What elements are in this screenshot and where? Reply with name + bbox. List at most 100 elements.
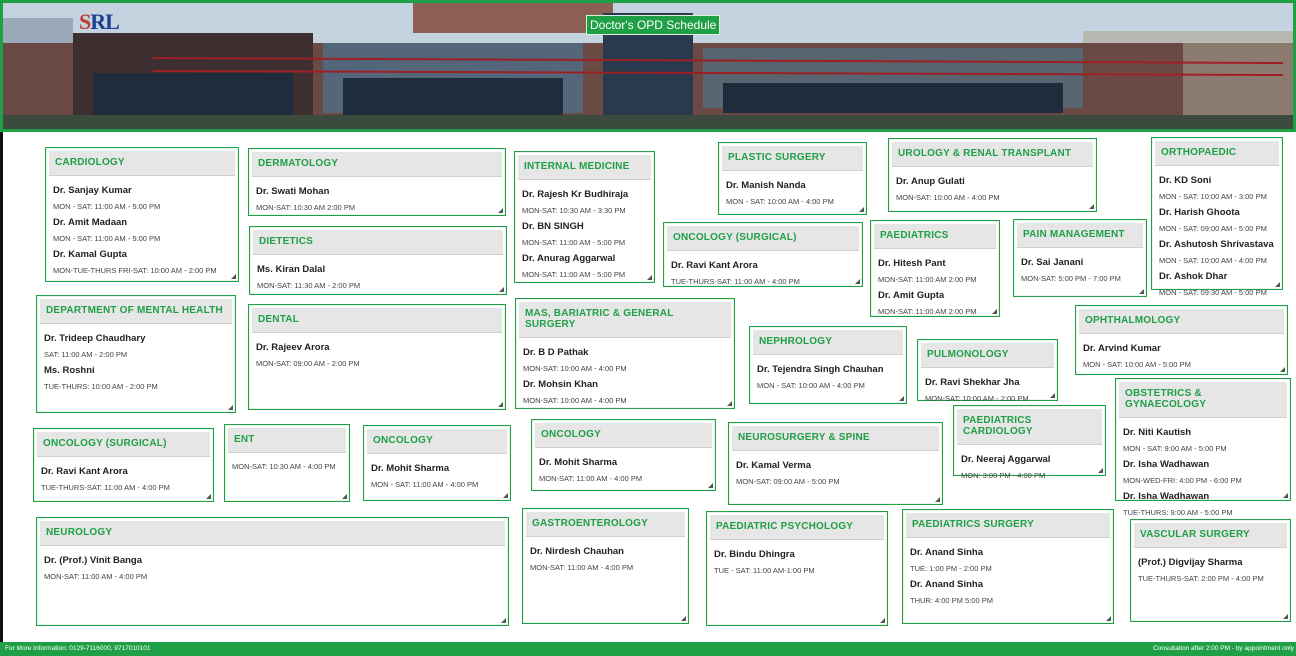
resize-handle[interactable] <box>501 618 506 623</box>
schedule-time: TUE-THURS-SAT: 11:00 AM - 4:00 PM <box>41 483 170 492</box>
doctor-name: Dr. Anurag Aggarwal <box>522 253 616 264</box>
department-card: OPHTHALMOLOGY Dr. Arvind Kumar MON - SAT: … <box>1075 305 1288 375</box>
schedule-time: MON-SAT: 11:00 AM 2:00 PM <box>878 275 977 284</box>
department-card: INTERNAL MEDICINE Dr. Rajesh Kr Budhiraja… <box>514 151 655 283</box>
department-title: NEUROLOGY <box>40 521 505 546</box>
schedule-time: MON - SAT: 10:00 AM - 4:00 PM <box>757 381 865 390</box>
doctor-name: Dr. Amit Madaan <box>53 217 128 228</box>
resize-handle[interactable] <box>1275 282 1280 287</box>
department-card: ENT MON-SAT: 10:30 AM - 4:00 PM <box>224 424 350 502</box>
resize-handle[interactable] <box>647 275 652 280</box>
department-title: PAIN MANAGEMENT <box>1017 223 1143 248</box>
department-card: NEPHROLOGY Dr. Tejendra Singh Chauhan MON … <box>749 326 907 404</box>
resize-handle[interactable] <box>935 497 940 502</box>
department-card: DERMATOLOGY Dr. Swati Mohan MON-SAT: 10:30… <box>248 148 506 216</box>
department-card: PULMONOLOGY Dr. Ravi Shekhar Jha MON-SAT: … <box>917 339 1058 403</box>
resize-handle[interactable] <box>498 208 503 213</box>
department-card: MAS, BARIATRIC & GENERAL SURGERY Dr. B D … <box>515 298 735 409</box>
schedule-time: MON-SAT: 10:00 AM - 4:00 PM <box>523 364 627 373</box>
doctor-name: Dr. Isha Wadhawan <box>1123 459 1210 470</box>
footer-contact: For More Information: 0129-7116000, 9717… <box>5 645 151 652</box>
doctor-name: Ms. Roshni <box>44 365 95 376</box>
resize-handle[interactable] <box>228 405 233 410</box>
doctor-name: Dr. (Prof.) Vinit Banga <box>44 555 143 566</box>
department-card: PAEDIATRICS Dr. Hitesh Pant MON-SAT: 11:00… <box>870 220 1000 317</box>
schedule-time: TUE-THURS-SAT: 11:00 AM - 4:00 PM <box>671 277 800 286</box>
schedule-time: MON-TUE-THURS FRI-SAT: 10:00 AM - 2:00 P… <box>53 266 217 275</box>
resize-handle[interactable] <box>708 483 713 488</box>
schedule-time: MON-SAT: 11:00 AM - 4:00 PM <box>539 474 643 483</box>
resize-handle[interactable] <box>1280 367 1285 372</box>
resize-handle[interactable] <box>499 287 504 292</box>
department-title: ONCOLOGY (SURGICAL) <box>667 226 859 251</box>
schedule-time: MON-SAT: 11:00 AM - 5:00 PM <box>522 238 626 247</box>
resize-handle[interactable] <box>1283 614 1288 619</box>
schedule-time: MON - SAT: 11:00 AM - 5:00 PM <box>53 202 161 211</box>
resize-handle[interactable] <box>503 493 508 498</box>
resize-handle[interactable] <box>342 494 347 499</box>
department-title: UROLOGY & RENAL TRANSPLANT <box>892 142 1093 167</box>
doctor-name: Dr. Mohit Sharma <box>539 457 618 468</box>
doctor-name: Dr. B D Pathak <box>523 347 589 358</box>
department-title: ONCOLOGY <box>367 429 507 454</box>
department-card: CARDIOLOGY Dr. Sanjay Kumar MON - SAT: 11:… <box>45 147 239 282</box>
resize-handle[interactable] <box>1139 289 1144 294</box>
resize-handle[interactable] <box>859 207 864 212</box>
resize-handle[interactable] <box>206 494 211 499</box>
schedule-time: MON-SAT: 11:00 AM - 4:00 PM <box>530 563 634 572</box>
department-card: DENTAL Dr. Rajeev Arora MON-SAT: 09:00 AM … <box>248 304 506 410</box>
doctor-name: Dr. Swati Mohan <box>256 186 330 197</box>
resize-handle[interactable] <box>498 402 503 407</box>
department-title: INTERNAL MEDICINE <box>518 155 651 180</box>
department-title: CARDIOLOGY <box>49 151 235 176</box>
doctor-name: Dr. Ravi Kant Arora <box>41 466 128 477</box>
resize-handle[interactable] <box>880 618 885 623</box>
schedule-time: MON: 3:00 PM - 4:00 PM <box>961 471 1046 480</box>
schedule-time: TUE-THURS: 9:00 AM - 5:00 PM <box>1123 508 1233 517</box>
department-title: PAEDIATRIC PSYCHOLOGY <box>710 515 884 540</box>
doctor-name: Dr. Mohit Sharma <box>371 463 450 474</box>
schedule-time: MON - SAT: 9:00 AM - 5:00 PM <box>1123 444 1227 453</box>
resize-handle[interactable] <box>727 401 732 406</box>
doctor-name: Dr. Ashok Dhar <box>1159 271 1228 282</box>
department-title: DEPARTMENT OF MENTAL HEALTH <box>40 299 232 324</box>
resize-handle[interactable] <box>1089 204 1094 209</box>
department-card: PAIN MANAGEMENT Dr. Sai Janani MON-SAT: 5:… <box>1013 219 1147 297</box>
resize-handle[interactable] <box>1050 393 1055 398</box>
resize-handle[interactable] <box>681 616 686 621</box>
resize-handle[interactable] <box>1098 468 1103 473</box>
doctor-name: Dr. KD Soni <box>1159 175 1212 186</box>
schedule-time: SAT: 11:00 AM - 2:00 PM <box>44 350 128 359</box>
doctor-name: Dr. Bindu Dhingra <box>714 549 795 560</box>
doctor-name: Dr. Anand Sinha <box>910 579 984 590</box>
resize-handle[interactable] <box>1106 616 1111 621</box>
doctor-name: Dr. Tejendra Singh Chauhan <box>757 364 884 375</box>
department-card: PAEDIATRICS SURGERY Dr. Anand Sinha TUE: 1… <box>902 509 1114 624</box>
resize-handle[interactable] <box>231 274 236 279</box>
department-card: ONCOLOGY Dr. Mohit Sharma MON-SAT: 11:00 A… <box>531 419 716 491</box>
resize-handle[interactable] <box>899 396 904 401</box>
header-banner: SRL Doctor's OPD Schedule <box>0 0 1296 132</box>
schedule-time: MON-SAT: 11:00 AM - 5:00 PM <box>522 270 626 279</box>
resize-handle[interactable] <box>1283 493 1288 498</box>
schedule-time: MON-SAT: 11:00 AM - 4:00 PM <box>44 572 148 581</box>
schedule-time: MON-SAT: 11:00 AM 2:00 PM <box>878 307 977 316</box>
schedule-time: MON - SAT: 10:00 AM - 4:00 PM <box>1159 256 1267 265</box>
doctor-name: Dr. Sanjay Kumar <box>53 185 132 196</box>
schedule-time: MON-WED-FRI: 4:00 PM - 6:00 PM <box>1123 476 1242 485</box>
doctor-name: Dr. Isha Wadhawan <box>1123 491 1210 502</box>
doctor-name: Dr. Anup Gulati <box>896 176 965 187</box>
schedule-time: MON - SAT: 11:00 AM - 4:00 PM <box>371 480 479 489</box>
schedule-time: MON - SAT: 10:00 AM - 4:00 PM <box>726 197 834 206</box>
schedule-time: MON-SAT: 10:30 AM 2:00 PM <box>256 203 356 212</box>
department-title: ENT <box>228 428 346 453</box>
department-card: UROLOGY & RENAL TRANSPLANT Dr. Anup Gulat… <box>888 138 1097 212</box>
doctor-name: (Prof.) Digvijay Sharma <box>1138 557 1243 568</box>
schedule-time: MON-SAT: 09:00 AM - 5:00 PM <box>736 477 840 486</box>
resize-handle[interactable] <box>992 309 997 314</box>
doctor-name: Dr. Rajesh Kr Budhiraja <box>522 189 629 200</box>
resize-handle[interactable] <box>855 279 860 284</box>
doctor-name: Dr. Ravi Shekhar Jha <box>925 377 1020 388</box>
department-card: NEUROSURGERY & SPINE Dr. Kamal Verma MON-S… <box>728 422 943 505</box>
schedule-time: MON - SAT: 10:00 AM - 5:00 PM <box>1083 360 1191 369</box>
